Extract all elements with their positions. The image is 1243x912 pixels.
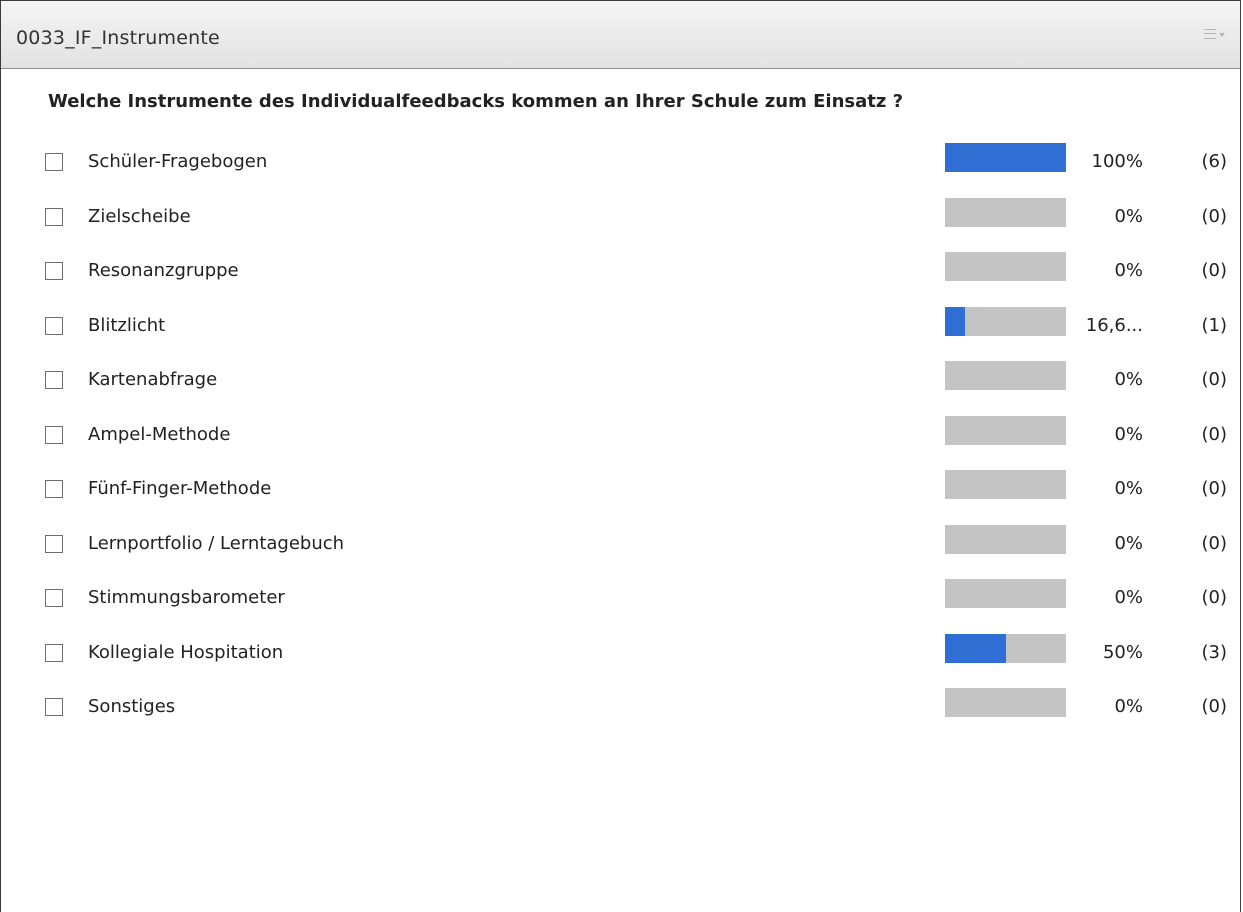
result-bar-track: [945, 306, 1066, 336]
option-label: Kartenabfrage: [88, 369, 218, 390]
option-checkbox[interactable]: [45, 534, 63, 553]
result-bar-track: [945, 197, 1066, 227]
result-percent: 0%: [1114, 369, 1143, 390]
pod-title: 0033_IF_Instrumente: [16, 27, 220, 49]
result-bar-track: [945, 361, 1066, 390]
result-percent: 0%: [1114, 423, 1143, 445]
option-checkbox[interactable]: [45, 207, 63, 226]
result-count: (0): [1201, 369, 1228, 390]
option-label: Fünf-Finger-Methode: [88, 478, 272, 499]
option-label: Schüler-Fragebogen: [88, 151, 268, 172]
result-bar-track: [945, 252, 1066, 281]
result-bar-fill: [945, 633, 1006, 663]
result-bar-track: [945, 524, 1066, 554]
option-checkbox[interactable]: [45, 153, 63, 171]
option-checkbox[interactable]: [45, 316, 63, 335]
result-bar-track: [945, 633, 1066, 663]
result-percent: 0%: [1114, 587, 1143, 608]
result-bar-track: [945, 415, 1066, 445]
poll-option: Kartenabfrage 0% (0): [1, 351, 1242, 406]
result-count: (0): [1201, 478, 1228, 499]
result-count: (0): [1201, 532, 1228, 554]
option-label: Zielscheibe: [88, 205, 191, 227]
option-checkbox[interactable]: [45, 425, 63, 444]
result-count: (6): [1201, 151, 1228, 172]
result-percent: 0%: [1114, 478, 1143, 499]
result-bar-fill: [945, 306, 966, 336]
result-percent: 16,6...: [1085, 314, 1143, 336]
poll-option: Stimmungsbarometer 0% (0): [1, 569, 1242, 624]
result-bar-track: [945, 579, 1066, 608]
poll-option: Schüler-Fragebogen 100% (6): [1, 133, 1242, 188]
poll-option: Resonanzgruppe 0% (0): [1, 242, 1242, 297]
option-label: Kollegiale Hospitation: [88, 641, 284, 663]
option-checkbox[interactable]: [45, 643, 63, 662]
result-bar-track: [945, 688, 1066, 717]
result-percent: 50%: [1102, 641, 1143, 663]
option-checkbox[interactable]: [45, 262, 63, 280]
option-label: Resonanzgruppe: [88, 260, 239, 281]
pod-menu-icon[interactable]: [1204, 28, 1228, 42]
result-count: (1): [1201, 314, 1228, 336]
result-bar-fill: [945, 143, 1066, 172]
result-percent: 0%: [1114, 260, 1143, 281]
poll-option: Ampel-Methode 0% (0): [1, 406, 1242, 461]
result-count: (0): [1201, 423, 1228, 445]
option-checkbox[interactable]: [45, 480, 63, 498]
result-percent: 0%: [1114, 205, 1143, 227]
result-percent: 0%: [1114, 532, 1143, 554]
option-label: Stimmungsbarometer: [88, 587, 285, 608]
option-checkbox[interactable]: [45, 589, 63, 607]
poll-option: Blitzlicht 16,6... (1): [1, 297, 1242, 352]
poll-option: Zielscheibe 0% (0): [1, 188, 1242, 243]
option-label: Blitzlicht: [88, 314, 166, 336]
poll-option: Lernportfolio / Lerntagebuch 0% (0): [1, 515, 1242, 570]
result-count: (0): [1201, 587, 1228, 608]
result-count: (0): [1201, 696, 1228, 717]
result-count: (0): [1201, 205, 1228, 227]
poll-option: Kollegiale Hospitation 50% (3): [1, 624, 1242, 679]
chevron-down-icon: [1219, 33, 1225, 37]
result-percent: 100%: [1091, 151, 1143, 172]
option-label: Sonstiges: [88, 696, 176, 717]
option-checkbox[interactable]: [45, 371, 63, 389]
poll-question: Welche Instrumente des Individualfeedbac…: [48, 91, 904, 112]
result-bar-track: [945, 470, 1066, 499]
result-percent: 0%: [1114, 696, 1143, 717]
pod-header: 0033_IF_Instrumente: [1, 1, 1240, 69]
result-count: (0): [1201, 260, 1228, 281]
option-label: Ampel-Methode: [88, 423, 231, 445]
poll-pod: 0033_IF_Instrumente Welche Instrumente d…: [0, 0, 1241, 912]
result-bar-track: [945, 143, 1066, 172]
hamburger-lines: [1204, 29, 1216, 39]
poll-options: Schüler-Fragebogen 100% (6) Zielscheibe 0% (0…: [1, 133, 1242, 733]
option-label: Lernportfolio / Lerntagebuch: [88, 532, 345, 554]
result-count: (3): [1201, 641, 1228, 663]
poll-option: Sonstiges 0% (0): [1, 678, 1242, 733]
option-checkbox[interactable]: [45, 698, 63, 716]
poll-option: Fünf-Finger-Methode 0% (0): [1, 460, 1242, 515]
